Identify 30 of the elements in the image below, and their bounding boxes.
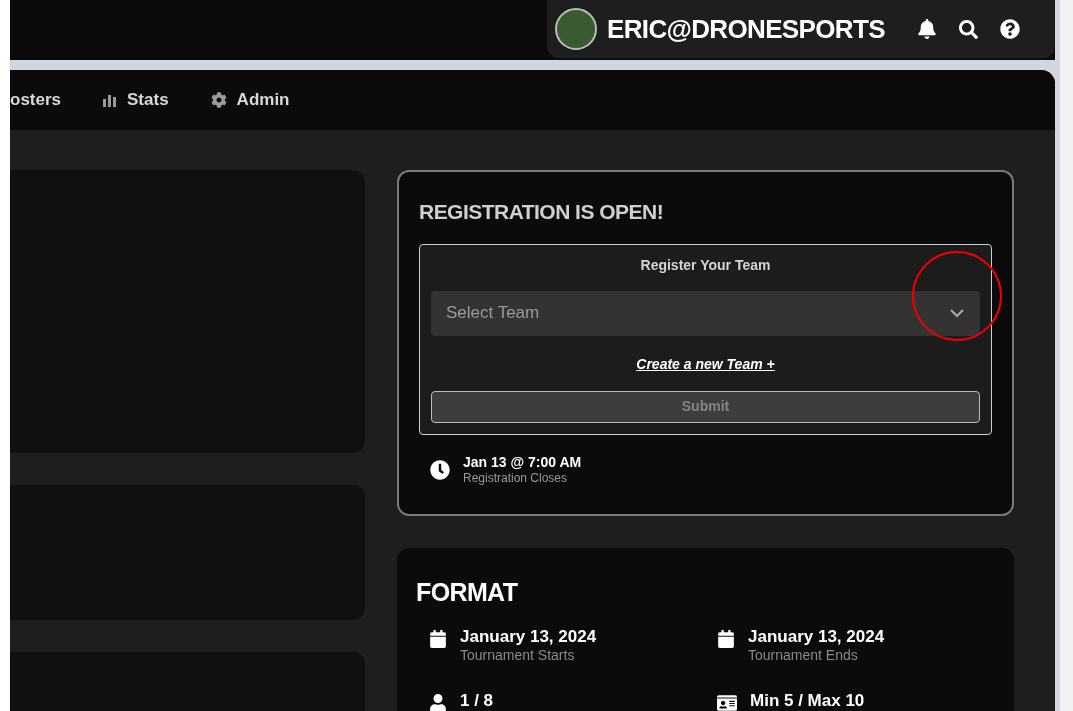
chevron-down-icon (949, 308, 965, 318)
search-icon[interactable] (958, 19, 978, 39)
nav-link[interactable]: Admin (210, 87, 290, 113)
deadline-time: Jan 13 @ 7:00 AM (463, 453, 582, 471)
avatar[interactable] (555, 8, 597, 50)
create-team-link[interactable]: Create a new Team + (636, 353, 775, 375)
gear-icon (210, 92, 227, 108)
form-title: Register Your Team (640, 255, 771, 275)
notification-bell-icon[interactable] (916, 19, 937, 39)
calendar-icon (717, 629, 735, 648)
format-value: January 13, 2024 (748, 625, 885, 647)
format-value: January 13, 2024 (460, 625, 597, 647)
card-icon (717, 694, 737, 711)
nav-link[interactable]: Stats (103, 87, 169, 113)
registration-title: REGISTRATION IS OPEN! (419, 199, 665, 225)
scrollbar-track[interactable] (1060, 0, 1073, 711)
format-value: Min 5 / Max 10 (750, 690, 865, 711)
format-title: FORMAT (416, 577, 519, 608)
format-label: Tournament Ends (748, 646, 859, 665)
nav-link[interactable]: osters (10, 87, 62, 113)
person-icon (429, 694, 447, 711)
team-select[interactable]: Select Team (431, 290, 980, 336)
clock-icon (430, 459, 450, 480)
username[interactable]: ERIC@DRONESPORTS (607, 16, 885, 42)
help-icon[interactable] (999, 19, 1020, 39)
calendar-icon (429, 629, 447, 648)
deadline-label: Registration Closes (463, 471, 569, 486)
format-label: Tournament Starts (460, 646, 576, 665)
bar-chart-icon (103, 93, 118, 107)
format-value: 1 / 8 (460, 690, 494, 711)
